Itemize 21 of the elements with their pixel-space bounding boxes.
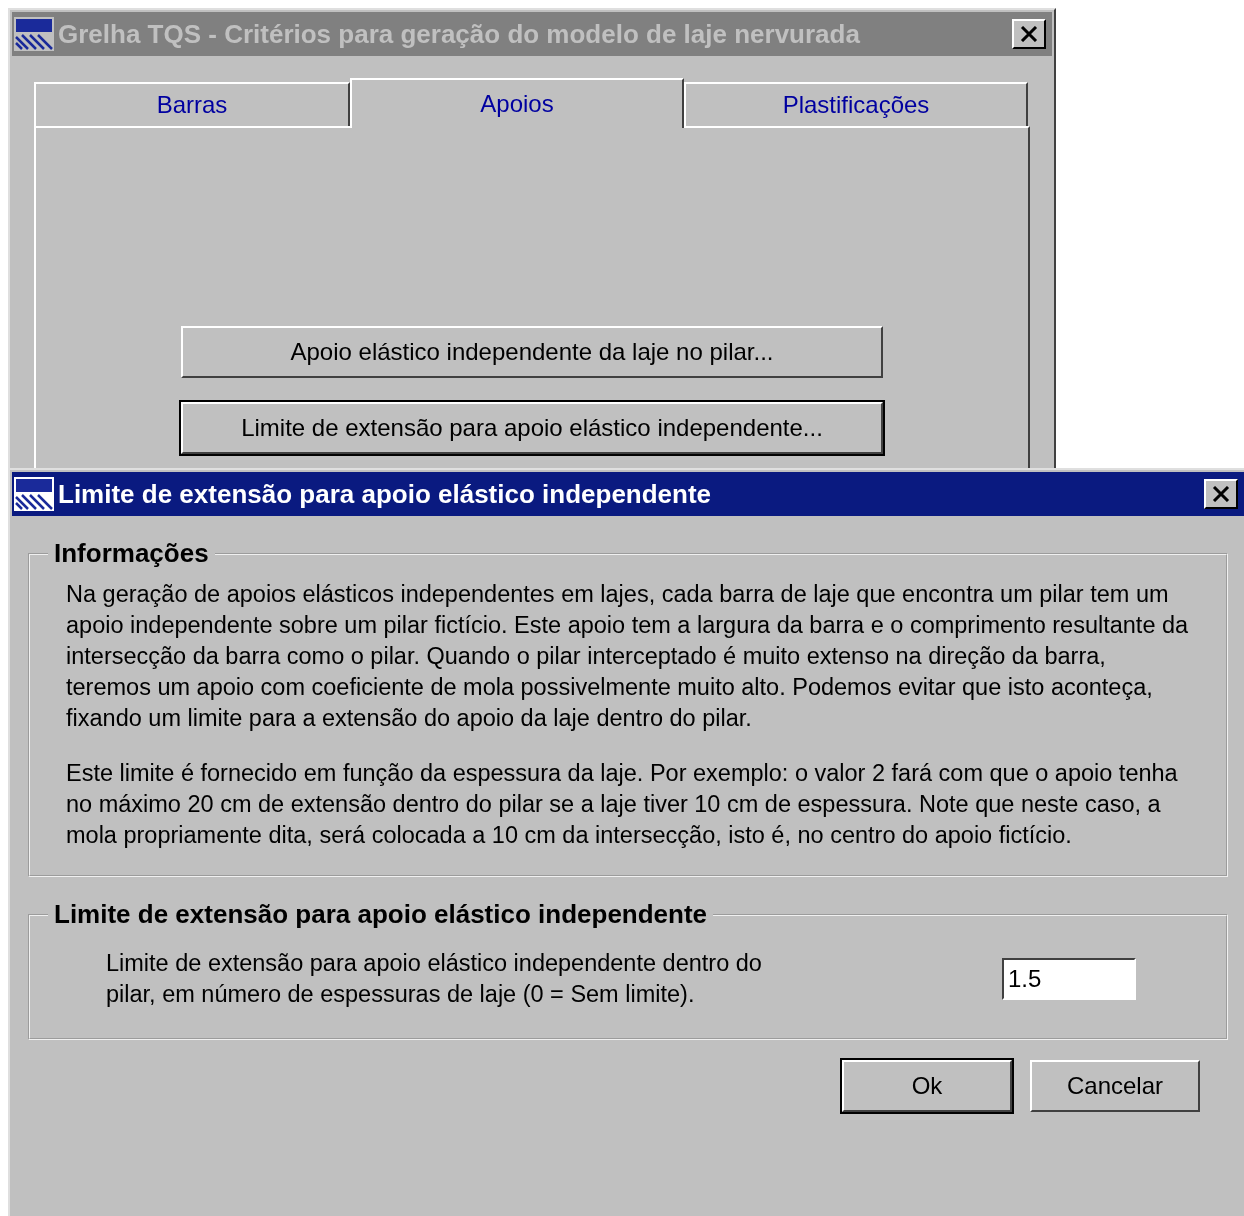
tab[interactable]: Barras xyxy=(34,82,350,126)
option-button[interactable]: Limite de extensão para apoio elástico independente... xyxy=(181,402,883,454)
dialog-title: Limite de extensão para apoio elástico independente xyxy=(58,478,713,510)
tab[interactable]: Apoios xyxy=(350,78,684,128)
close-icon xyxy=(1020,26,1038,42)
dialog-button[interactable]: Ok xyxy=(842,1060,1012,1112)
app-logo-icon xyxy=(14,477,54,511)
info-paragraph: Na geração de apoios elásticos independentes em lajes, cada barra de laje que encontra um pilar tem um apoio independente sobre um pilar fictício. Este apoio tem a largura da barra e o comprimento resultante da intersecção da barra como o pilar. Quando o pilar interceptado é muito extenso na direção da barra, teremos um apoio com coeficiente de mola possivelmente muito alto. Podemos evitar que isto aconteça, fixando um limite para a extensão do apoio da laje dentro do pilar. xyxy=(66,580,1190,733)
option-button[interactable]: Apoio elástico independente da laje no pilar... xyxy=(181,326,883,378)
close-button[interactable] xyxy=(1012,19,1046,49)
close-button[interactable] xyxy=(1204,479,1238,509)
window-title: Grelha TQS - Critérios para geração do modelo de laje nervurada xyxy=(58,18,861,50)
group-title: Limite de extensão para apoio elástico independente xyxy=(53,899,709,930)
dialog-button[interactable]: Cancelar xyxy=(1030,1060,1200,1112)
group-title: Informações xyxy=(53,538,210,569)
info-paragraph: Este limite é fornecido em função da espessura da laje. Por exemplo: o valor 2 fará com que o apoio tenha no máximo 20 cm de extensão dentro do pilar se a laje tiver 10 cm de espessura. Note que neste caso, a mola propriamente dita, será colocada a 10 cm da intersecção, isto é, no centro do apoio fictício. xyxy=(66,759,1179,850)
limit-input[interactable]: 1.5 xyxy=(1002,958,1136,1000)
limit-label: Limite de extensão para apoio elástico independente dentro do pilar, em número de espessuras de laje (0 = Sem limite). xyxy=(106,949,763,1009)
close-icon xyxy=(1212,486,1230,502)
app-logo-icon xyxy=(14,17,54,51)
tab[interactable]: Plastificações xyxy=(684,82,1028,126)
